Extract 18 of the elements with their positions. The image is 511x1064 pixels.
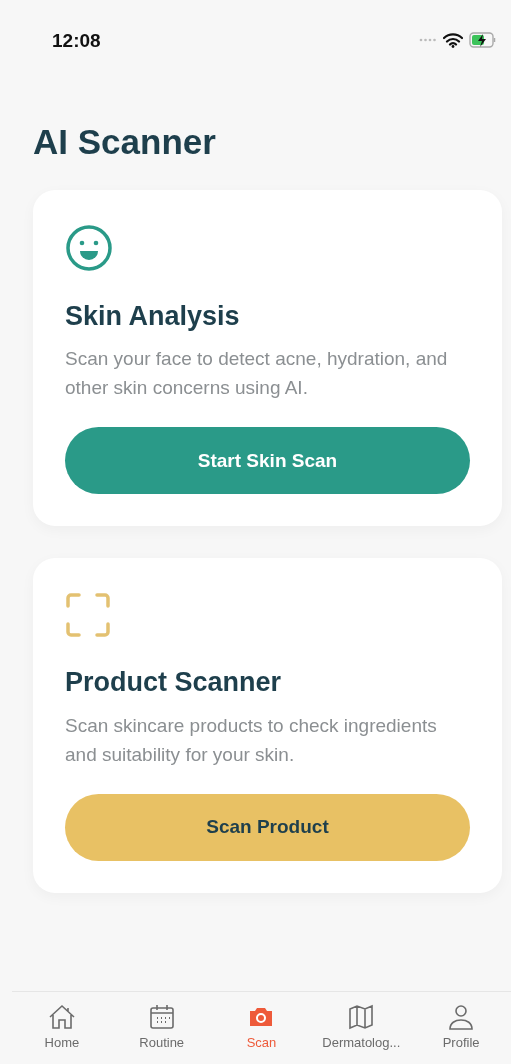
card-title: Product Scanner (65, 666, 283, 699)
card-title: Skin Analysis (65, 300, 241, 333)
status-time: 12:08 (52, 30, 101, 52)
tab-label[interactable]: Scan (246, 1035, 277, 1050)
tab-label[interactable]: Dermatolog... (322, 1035, 401, 1050)
smiley-icon (65, 224, 113, 272)
card-description: Scan skincare products to check ingredients and suitability for your skin. (65, 713, 438, 767)
battery-icon (469, 32, 497, 48)
page-title: AI Scanner (33, 124, 217, 159)
scan-frame-icon (65, 592, 111, 639)
card-description: Scan your face to detect acne, hydration, and other skin concerns using AI. (65, 347, 449, 401)
tab-label[interactable]: Profile (442, 1035, 480, 1050)
signal-icon (419, 38, 437, 42)
tab-label[interactable]: Home (44, 1035, 80, 1050)
scan-button[interactable]: Scan Product (65, 793, 470, 861)
scan-button[interactable]: Start Skin Scan (65, 427, 470, 495)
tab-label[interactable]: Routine (139, 1035, 185, 1050)
wifi-icon (443, 32, 463, 48)
